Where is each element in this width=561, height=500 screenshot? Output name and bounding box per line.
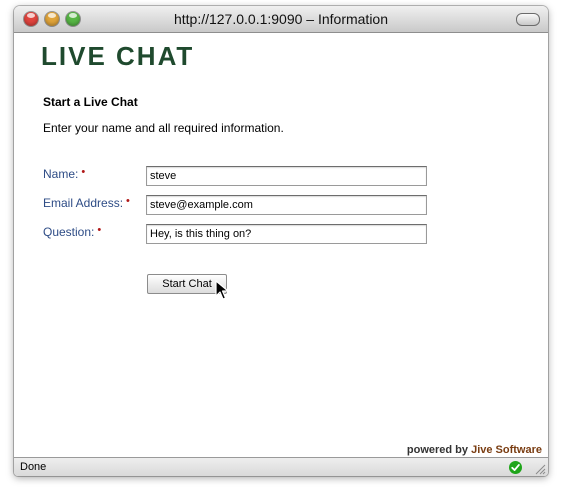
mouse-pointer-icon: [215, 280, 229, 300]
name-label: Name: •: [43, 166, 86, 181]
question-field[interactable]: Hey, is this thing on?: [146, 224, 427, 244]
section-title: Start a Live Chat: [43, 95, 138, 109]
email-label-text: Email Address:: [43, 196, 124, 210]
required-marker: •: [126, 195, 130, 207]
checkmark-glyph-icon: [511, 464, 520, 471]
status-text: Done: [20, 461, 47, 473]
powered-by-text: powered by Jive Software: [407, 444, 542, 456]
question-label: Question: •: [43, 224, 102, 239]
question-label-text: Question:: [43, 225, 95, 239]
resize-grip-icon[interactable]: [535, 464, 546, 475]
browser-window: http://127.0.0.1:9090 – Information LIVE…: [14, 6, 548, 476]
email-label: Email Address: •: [43, 195, 130, 210]
check-circle-icon: [509, 461, 522, 474]
instructions-text: Enter your name and all required informa…: [43, 121, 284, 135]
jive-software-link[interactable]: Jive Software: [471, 444, 542, 456]
name-field[interactable]: steve: [146, 166, 427, 186]
required-marker: •: [81, 166, 86, 178]
page-content: LIVE CHAT Start a Live Chat Enter your n…: [14, 33, 548, 457]
title-bar: http://127.0.0.1:9090 – Information: [14, 6, 548, 33]
toolbar-toggle-button[interactable]: [516, 13, 540, 26]
name-label-text: Name:: [43, 167, 79, 181]
powered-by-prefix: powered by: [406, 444, 469, 456]
window-title: http://127.0.0.1:9090 – Information: [173, 11, 389, 27]
status-bar: Done: [14, 457, 548, 476]
email-field[interactable]: steve@example.com: [146, 195, 427, 215]
live-chat-logo: LIVE CHAT: [41, 41, 195, 71]
required-marker: •: [97, 224, 102, 236]
